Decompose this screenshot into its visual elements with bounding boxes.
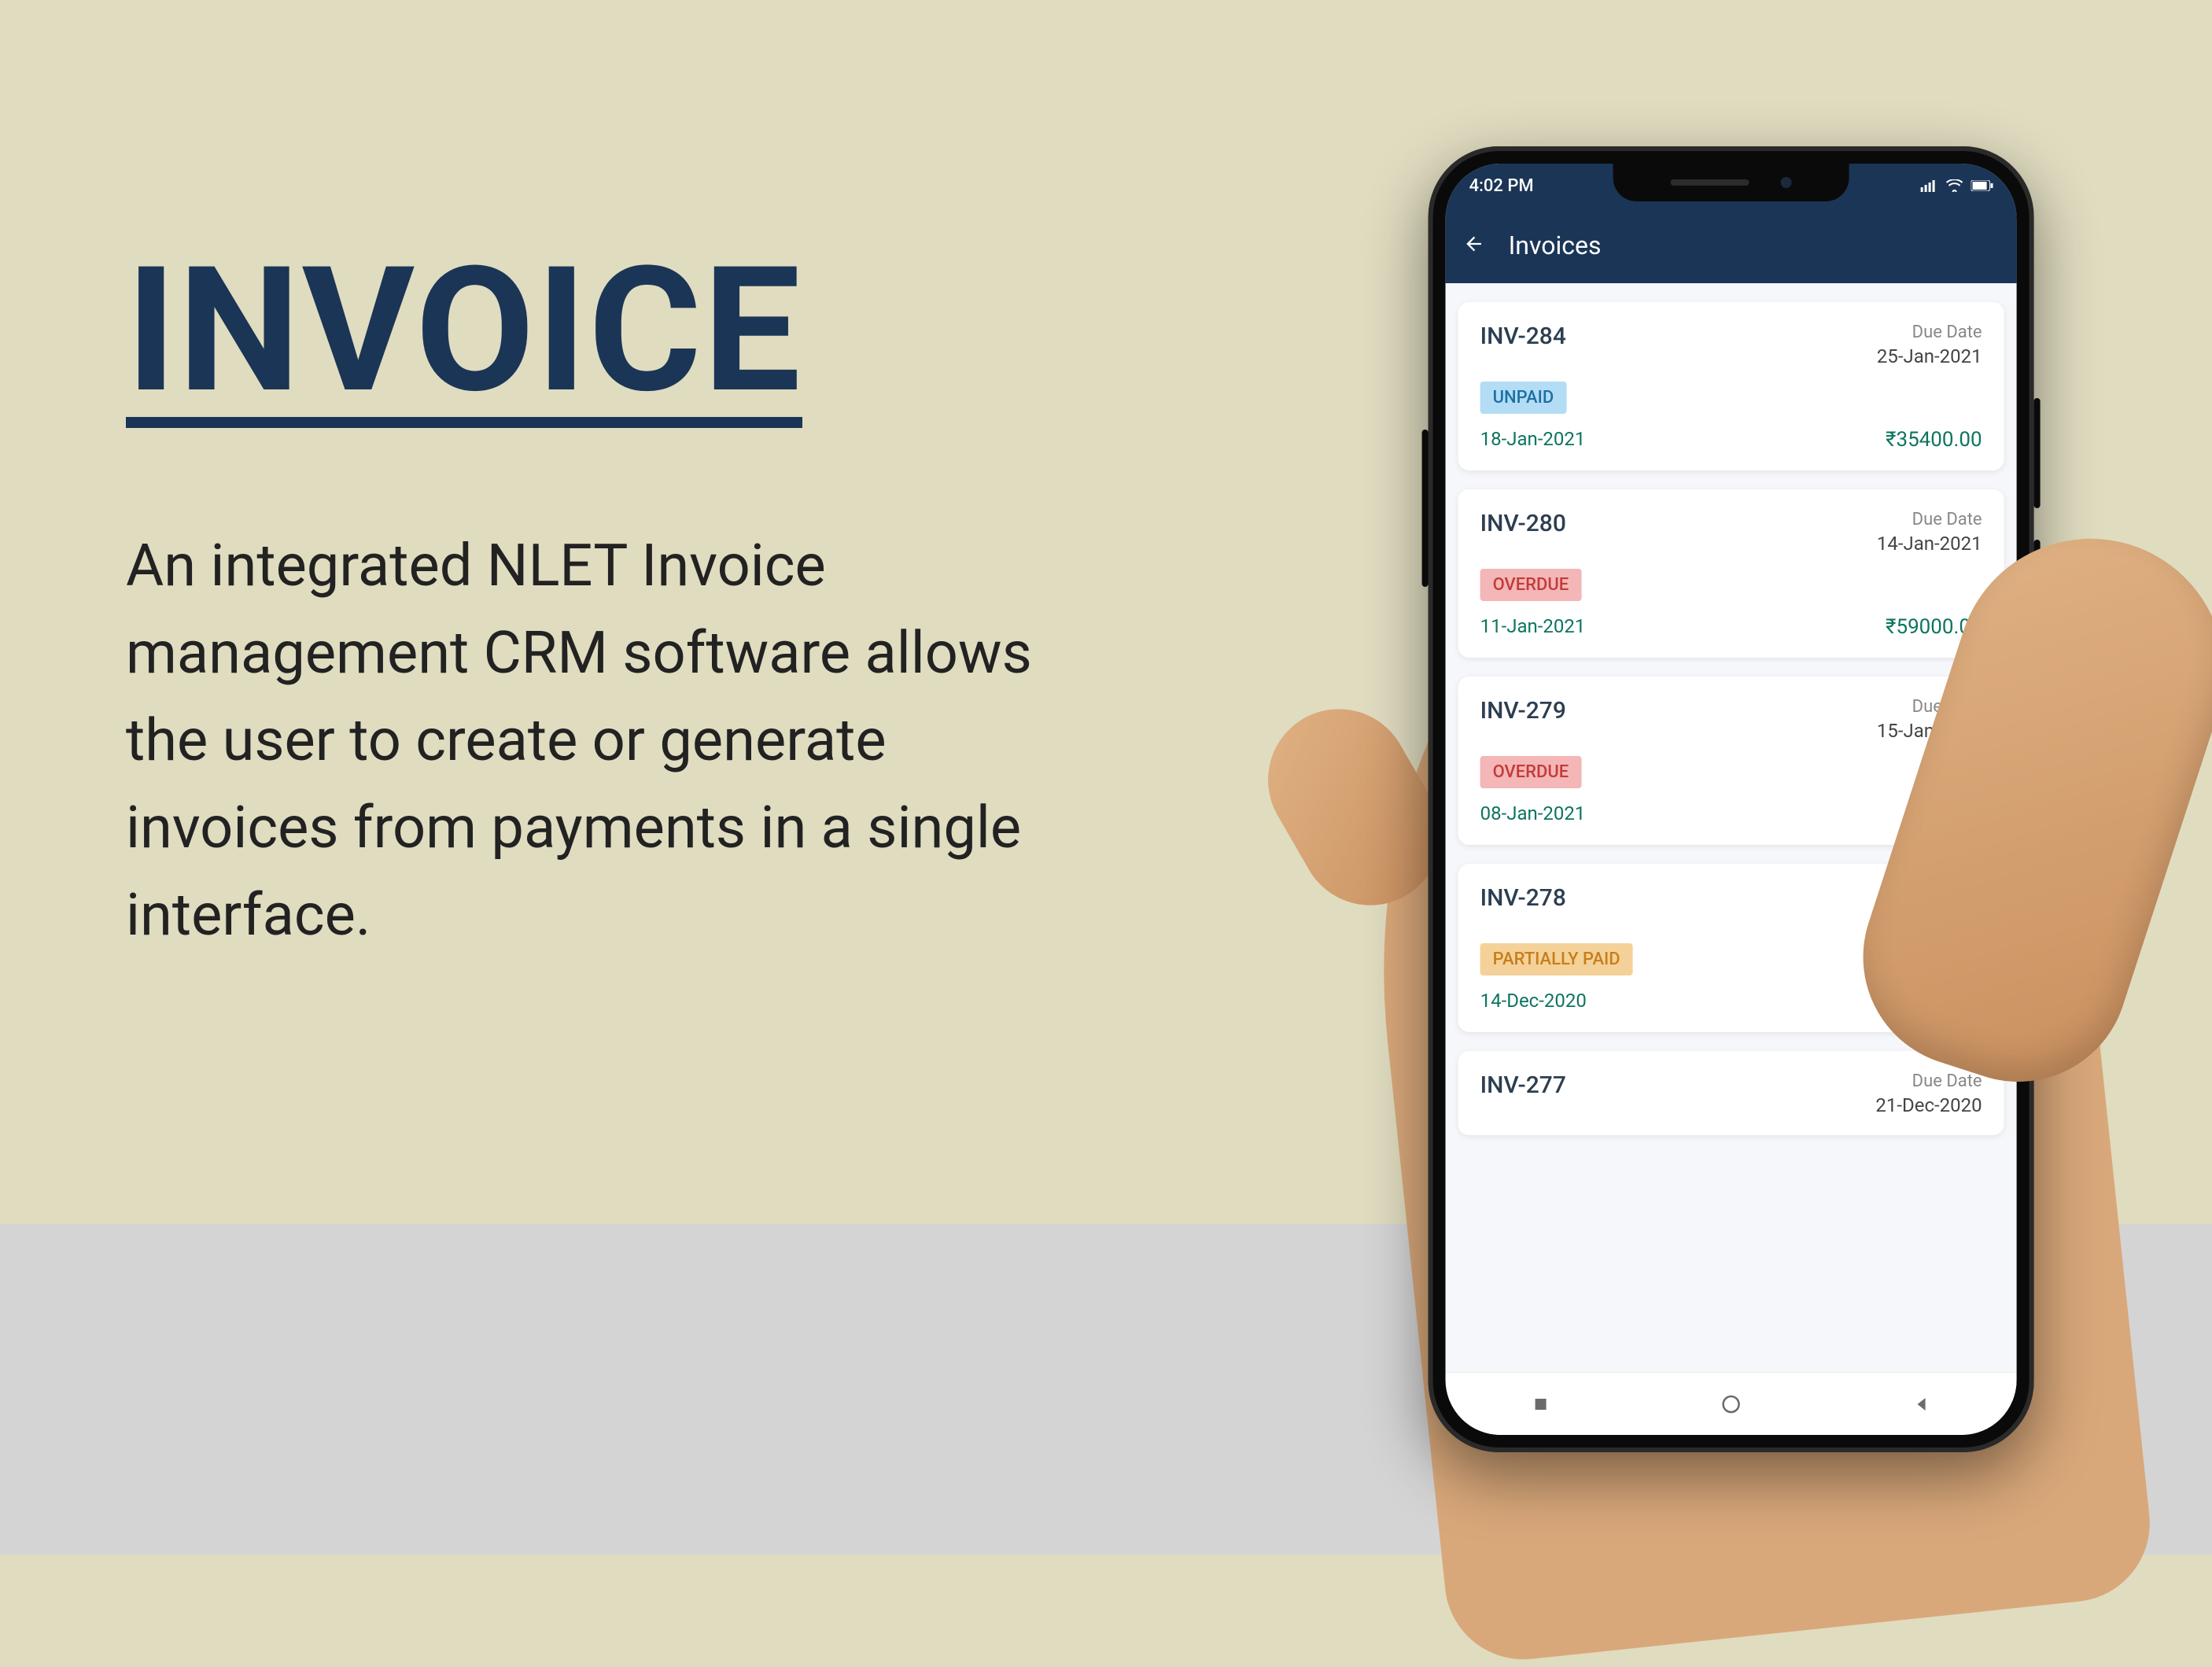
status-time: 4:02 PM [1469, 176, 1534, 196]
invoice-id: INV-280 [1480, 510, 1877, 537]
invoice-id: INV-278 [1480, 884, 1876, 912]
wifi-icon [1946, 179, 1963, 192]
marketing-description: An integrated NLET Invoice management CR… [126, 522, 1070, 959]
app-bar-title: Invoices [1509, 231, 1602, 260]
app-bar: Invoices [1446, 208, 2017, 283]
nav-back-icon[interactable] [1912, 1395, 1931, 1414]
invoice-created-date: 14-Dec-2020 [1480, 990, 1876, 1013]
invoice-created-date: 08-Jan-2021 [1480, 802, 1877, 826]
nav-home-icon[interactable] [1721, 1394, 1742, 1414]
invoice-created-date: 11-Jan-2021 [1480, 615, 1877, 639]
status-badge: PARTIALLY PAID [1480, 943, 1633, 975]
signal-icon [1921, 179, 1938, 192]
due-date-label: Due Date [1877, 510, 1982, 529]
due-date-label: Due Date [1877, 323, 1982, 342]
phone-notch [1613, 164, 1849, 201]
invoice-due-date: 21-Dec-2020 [1875, 1094, 1982, 1116]
battery-icon [1971, 180, 1993, 191]
invoice-card[interactable]: INV-280 Due Date 14-Jan-2021 OVERDUE 11-… [1458, 489, 2004, 658]
invoice-id: INV-277 [1480, 1071, 1876, 1099]
invoice-id: INV-279 [1480, 697, 1877, 725]
due-date-label: Due Date [1875, 1071, 1982, 1091]
status-badge: UNPAID [1480, 382, 1567, 414]
invoice-card[interactable]: INV-277 Due Date 21-Dec-2020 [1458, 1051, 2004, 1135]
status-badge: OVERDUE [1480, 756, 1582, 788]
android-nav-bar [1446, 1372, 2017, 1435]
invoice-id: INV-284 [1480, 323, 1877, 350]
invoice-amount: ₹35400.00 [1877, 428, 1982, 452]
marketing-headline: INVOICE [126, 244, 802, 428]
invoice-due-date: 14-Jan-2021 [1877, 533, 1982, 555]
invoice-created-date: 18-Jan-2021 [1480, 428, 1877, 452]
nav-recent-icon[interactable] [1531, 1395, 1550, 1414]
invoice-due-date: 25-Jan-2021 [1877, 345, 1982, 367]
status-badge: OVERDUE [1480, 569, 1582, 601]
back-arrow-icon[interactable] [1463, 231, 1485, 260]
hand-illustration: 4:02 PM [1111, 60, 2133, 1555]
invoice-card[interactable]: INV-284 Due Date 25-Jan-2021 UNPAID 18-J… [1458, 302, 2004, 470]
